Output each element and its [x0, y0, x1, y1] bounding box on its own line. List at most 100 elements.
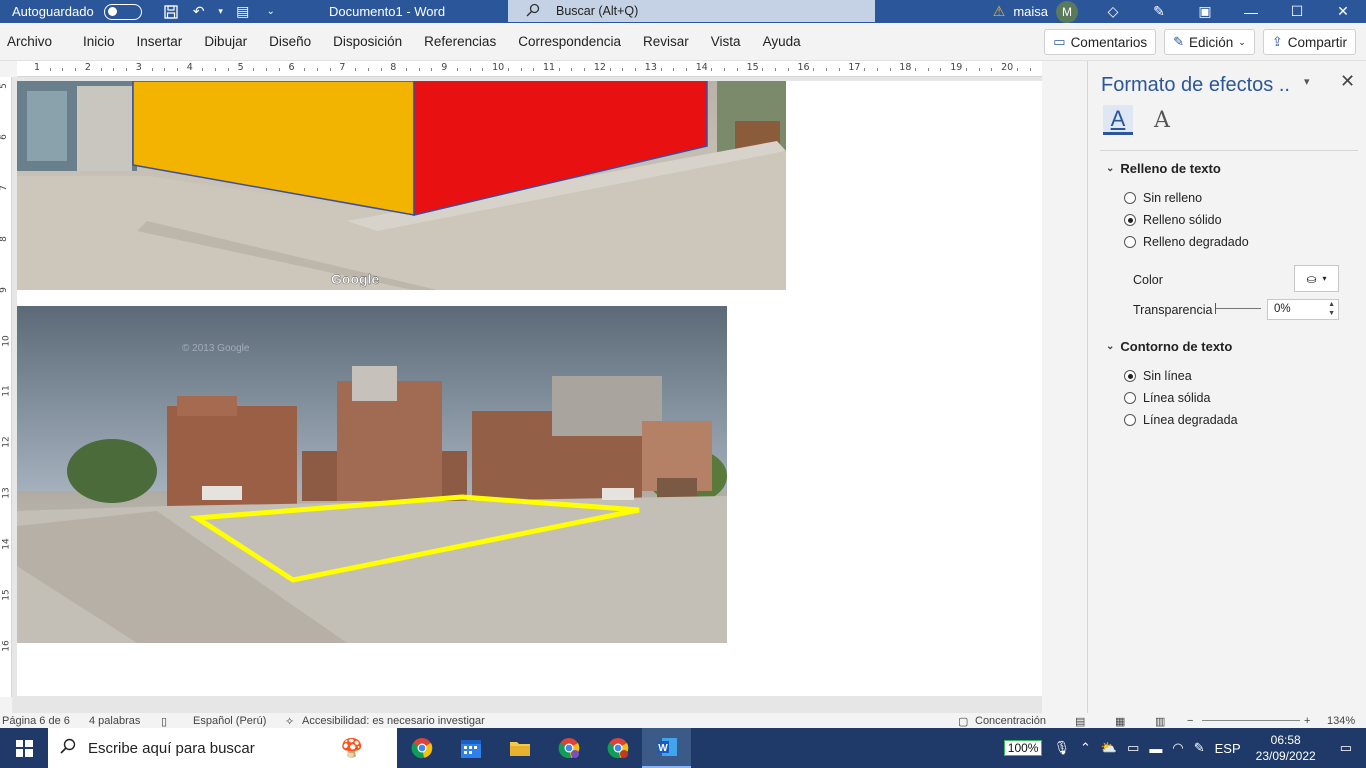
chrome-icon[interactable] — [397, 728, 446, 768]
zoom-out-icon[interactable]: − — [1187, 715, 1193, 727]
tab-dibujar[interactable]: Dibujar — [204, 34, 258, 49]
share-button[interactable]: ⇪ Compartir — [1262, 29, 1356, 55]
document-area[interactable]: Google © 2013 Google — [12, 77, 1086, 713]
taskbar-search-placeholder: Escribe aquí para buscar — [88, 739, 255, 757]
microphone-icon[interactable]: 🎙 — [1048, 740, 1075, 756]
wifi-icon[interactable]: ◠ — [1167, 740, 1188, 756]
ribbon-display-icon[interactable]: ▣ — [1182, 0, 1228, 23]
web-layout-icon[interactable]: ▥ — [1155, 715, 1165, 728]
tab-vista[interactable]: Vista — [711, 34, 752, 49]
diamond-icon[interactable]: ◇ — [1090, 0, 1136, 23]
minimize-button[interactable]: — — [1228, 0, 1274, 23]
weather-icon[interactable]: ⛅ — [1096, 740, 1122, 756]
tab-diseno[interactable]: Diseño — [269, 34, 322, 49]
horizontal-ruler[interactable]: 1 2 3 4 5 6 7 8 9 10 11 12 13 14 15 16 17 18 19 20 — [17, 61, 1042, 77]
accessibility-status[interactable]: Accesibilidad: es necesario investigar — [302, 715, 485, 727]
tab-referencias[interactable]: Referencias — [424, 34, 507, 49]
editing-button[interactable]: ✎ Edición ⌄ — [1164, 29, 1255, 55]
radio-dot[interactable] — [1124, 214, 1136, 226]
text-effects-tab[interactable]: A — [1147, 105, 1177, 135]
ruler-mark: 20 — [1001, 62, 1014, 73]
maximize-button[interactable]: ☐ — [1274, 0, 1320, 23]
start-button[interactable] — [0, 728, 48, 768]
photo-lot-outlined[interactable]: © 2013 Google — [17, 306, 727, 643]
tab-correspondencia[interactable]: Correspondencia — [518, 34, 632, 49]
tab-archivo[interactable]: Archivo — [7, 34, 63, 49]
radio-label: Relleno degradado — [1143, 235, 1249, 249]
section-text-outline[interactable]: ⌄ Contorno de texto — [1106, 339, 1232, 354]
taskbar-search[interactable]: Escribe aquí para buscar — [48, 728, 307, 768]
pane-close-icon[interactable]: ✕ — [1340, 71, 1355, 92]
section-text-fill[interactable]: ⌄ Relleno de texto — [1106, 161, 1221, 176]
radio-dot[interactable] — [1124, 236, 1136, 248]
search-highlight-icon[interactable]: 🍄 — [307, 728, 397, 768]
radio-solid-line[interactable]: Línea sólida — [1124, 391, 1210, 405]
chrome-profile-2-icon[interactable] — [593, 728, 642, 768]
word-icon[interactable]: W — [642, 728, 691, 768]
radio-no-fill[interactable]: Sin relleno — [1124, 191, 1202, 205]
tab-revisar[interactable]: Revisar — [643, 34, 700, 49]
warning-icon[interactable]: ⚠ — [993, 3, 1006, 20]
radio-dot[interactable] — [1124, 370, 1136, 382]
radio-solid-fill[interactable]: Relleno sólido — [1124, 213, 1222, 227]
user-account[interactable]: ⚠ maisa M — [993, 0, 1078, 23]
customize-toolbar-icon[interactable]: ⌄ — [260, 3, 282, 21]
zoom-slider[interactable] — [1202, 720, 1300, 721]
radio-gradient-line[interactable]: Línea degradada — [1124, 413, 1238, 427]
proofing-icon[interactable]: ▯ — [161, 715, 167, 728]
ruler-tick — [991, 68, 993, 71]
text-fill-outline-tab[interactable]: A — [1103, 105, 1133, 135]
zoom-in-icon[interactable]: + — [1304, 715, 1310, 727]
page-count[interactable]: Página 6 de 6 — [2, 715, 70, 727]
ruler-tick — [418, 68, 420, 71]
vertical-ruler[interactable]: 5 6 7 8 9 10 11 12 13 14 15 16 — [0, 77, 12, 697]
calendar-icon[interactable] — [446, 728, 495, 768]
vertical-scrollbar[interactable] — [1042, 77, 1086, 713]
print-layout-view-icon[interactable]: ▦ — [1115, 715, 1125, 728]
word-count[interactable]: 4 palabras — [89, 715, 140, 727]
transparency-input[interactable]: 0% ▲ ▼ — [1267, 299, 1339, 320]
clock[interactable]: 06:58 23/09/2022 — [1246, 732, 1326, 764]
print-layout-icon[interactable]: ▤ — [232, 3, 254, 21]
tab-ayuda[interactable]: Ayuda — [763, 34, 812, 49]
save-icon[interactable] — [160, 3, 182, 21]
zoom-level[interactable]: 134% — [1327, 715, 1355, 727]
search-box[interactable]: Buscar (Alt+Q) — [508, 0, 875, 22]
chrome-profile-icon[interactable] — [544, 728, 593, 768]
tab-insertar[interactable]: Insertar — [137, 34, 194, 49]
tab-inicio[interactable]: Inicio — [83, 34, 126, 49]
paint-bucket-icon: ⛀ — [1306, 271, 1317, 286]
tab-disposicion[interactable]: Disposición — [333, 34, 413, 49]
spin-arrows-icon[interactable]: ▲ ▼ — [1328, 300, 1335, 318]
autosave-toggle[interactable] — [103, 3, 142, 20]
close-button[interactable]: ✕ — [1320, 0, 1366, 23]
pen-workspace-icon[interactable]: ✎ — [1189, 740, 1210, 756]
comments-button[interactable]: ▭ Comentarios — [1044, 29, 1157, 55]
file-explorer-icon[interactable] — [495, 728, 544, 768]
notifications-icon[interactable]: ▭ — [1326, 740, 1366, 756]
meet-now-icon[interactable]: ▭ — [1122, 740, 1144, 756]
battery-icon[interactable]: ▬ — [1144, 741, 1167, 756]
radio-gradient-fill[interactable]: Relleno degradado — [1124, 235, 1249, 249]
undo-icon[interactable]: ↶ — [188, 3, 210, 21]
battery-badge[interactable]: 100% — [1003, 740, 1043, 756]
focus-mode[interactable]: Concentración — [975, 715, 1046, 727]
pane-options-dropdown-icon[interactable]: ▾ — [1304, 75, 1310, 88]
vruler-mark: 7 — [0, 185, 9, 191]
read-mode-icon[interactable]: ▤ — [1075, 715, 1085, 728]
ruler-tick — [660, 68, 662, 71]
radio-dot[interactable] — [1124, 414, 1136, 426]
document-page[interactable]: Google © 2013 Google — [17, 81, 1042, 696]
chevron-up-icon[interactable]: ⌃ — [1075, 740, 1096, 756]
transparency-slider[interactable] — [1215, 303, 1261, 314]
avatar[interactable]: M — [1056, 0, 1078, 23]
input-language[interactable]: ESP — [1210, 741, 1246, 756]
language-status[interactable]: Español (Perú) — [193, 715, 266, 727]
radio-no-line[interactable]: Sin línea — [1124, 369, 1192, 383]
photo-lot-colored[interactable]: Google — [17, 81, 786, 290]
pen-icon[interactable]: ✎ — [1136, 0, 1182, 23]
undo-dropdown-icon[interactable]: ▾ — [216, 3, 226, 21]
radio-dot[interactable] — [1124, 192, 1136, 204]
radio-dot[interactable] — [1124, 392, 1136, 404]
fill-color-picker[interactable]: ⛀ ▾ — [1294, 265, 1339, 292]
